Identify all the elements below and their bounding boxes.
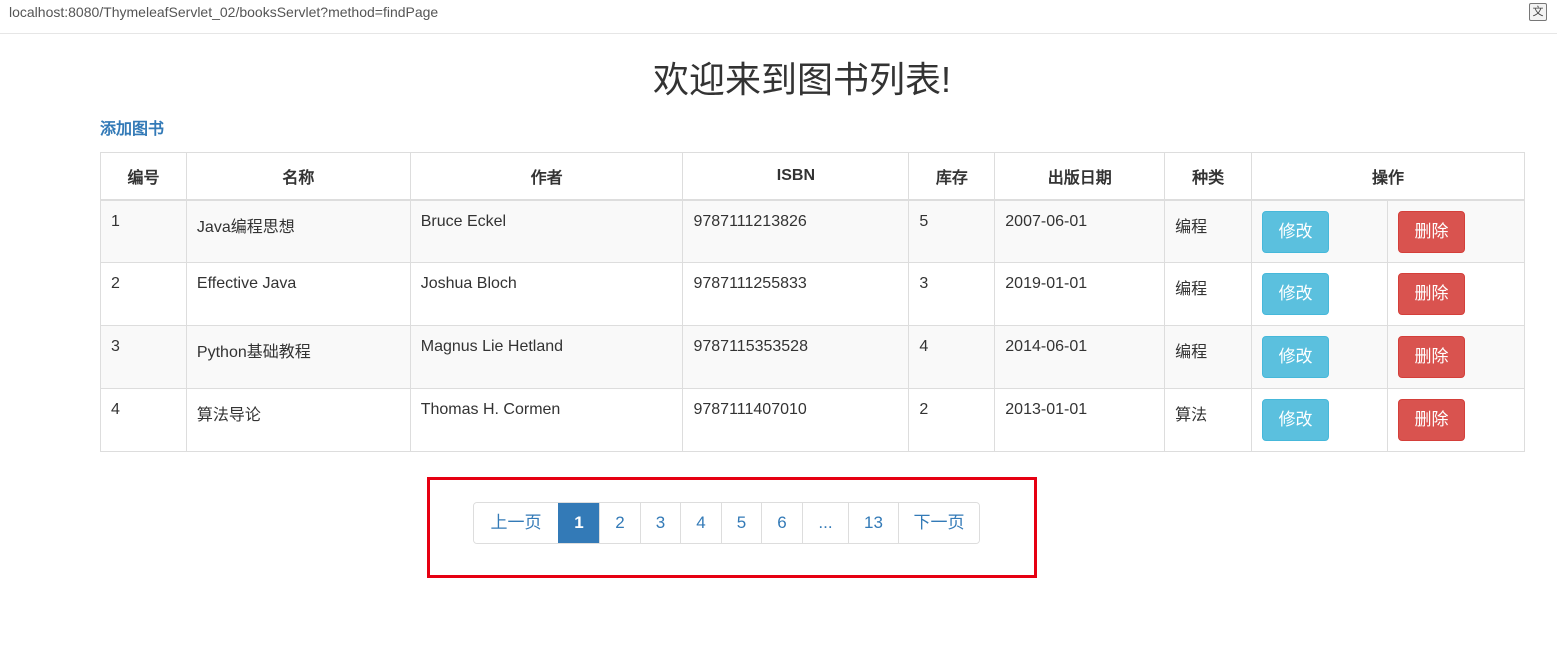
page-ellipsis: ... — [802, 503, 848, 543]
edit-button[interactable]: 修改 — [1262, 210, 1330, 253]
header-author: 作者 — [409, 152, 684, 201]
table-row: 4 算法导论 Thomas H. Cormen 9787111407010 2 … — [100, 388, 1525, 452]
cell-name: Python基础教程 — [185, 325, 411, 389]
cell-author: Joshua Bloch — [409, 262, 684, 326]
prev-page-button[interactable]: 上一页 — [474, 503, 558, 543]
cell-date: 2013-01-01 — [994, 388, 1166, 452]
header-category: 种类 — [1164, 152, 1253, 201]
cell-stock: 4 — [908, 325, 996, 389]
table-row: 3 Python基础教程 Magnus Lie Hetland 97871153… — [100, 325, 1525, 389]
page-button-1[interactable]: 1 — [558, 503, 599, 543]
url-text[interactable]: localhost:8080/ThymeleafServlet_02/books… — [9, 4, 438, 20]
cell-id: 1 — [100, 199, 187, 263]
cell-stock: 3 — [908, 262, 996, 326]
cell-category: 算法 — [1164, 388, 1253, 452]
edit-button[interactable]: 修改 — [1262, 273, 1330, 315]
cell-edit: 修改 — [1251, 325, 1388, 389]
page-button-4[interactable]: 4 — [680, 503, 721, 543]
cell-id: 3 — [100, 325, 187, 389]
translate-icon[interactable]: 文 — [1529, 3, 1547, 21]
edit-button[interactable]: 修改 — [1262, 399, 1330, 441]
pagination: 上一页 1 2 3 4 5 6 ... 13 下一页 — [473, 502, 980, 544]
cell-stock: 2 — [908, 388, 996, 452]
delete-button[interactable]: 删除 — [1398, 336, 1465, 378]
cell-author: Thomas H. Cormen — [409, 388, 684, 452]
table-row: 2 Effective Java Joshua Bloch 9787111255… — [100, 262, 1525, 326]
cell-date: 2007-06-01 — [994, 199, 1166, 263]
page-title: 欢迎来到图书列表! — [652, 59, 951, 100]
cell-author: Bruce Eckel — [409, 199, 684, 263]
cell-name: Effective Java — [185, 262, 411, 326]
cell-isbn: 9787111255833 — [682, 262, 910, 326]
cell-id: 4 — [100, 388, 187, 452]
browser-address-bar[interactable]: localhost:8080/ThymeleafServlet_02/books… — [0, 0, 1557, 34]
cell-isbn: 9787111213826 — [682, 199, 910, 263]
cell-delete: 删除 — [1387, 325, 1525, 389]
cell-name: 算法导论 — [185, 388, 411, 452]
header-stock: 库存 — [908, 152, 996, 201]
cell-edit: 修改 — [1251, 262, 1388, 326]
page-button-13[interactable]: 13 — [848, 503, 898, 543]
header-date: 出版日期 — [994, 152, 1166, 201]
delete-button[interactable]: 删除 — [1398, 399, 1465, 441]
cell-isbn: 9787115353528 — [682, 325, 910, 389]
page-button-5[interactable]: 5 — [721, 503, 761, 543]
cell-name: Java编程思想 — [185, 199, 411, 263]
page-button-2[interactable]: 2 — [599, 503, 640, 543]
cell-delete: 删除 — [1387, 388, 1525, 452]
edit-button[interactable]: 修改 — [1262, 336, 1330, 378]
books-table: 编号 名称 作者 ISBN 库存 出版日期 种类 操作 1 Java编程思想 B… — [100, 152, 1525, 452]
page-button-6[interactable]: 6 — [761, 503, 802, 543]
cell-delete: 删除 — [1387, 199, 1525, 263]
cell-edit: 修改 — [1251, 388, 1388, 452]
cell-category: 编程 — [1164, 199, 1253, 263]
table-row: 1 Java编程思想 Bruce Eckel 9787111213826 5 2… — [100, 199, 1525, 263]
cell-delete: 删除 — [1387, 262, 1525, 326]
header-actions: 操作 — [1251, 152, 1525, 201]
next-page-button[interactable]: 下一页 — [898, 503, 979, 543]
cell-category: 编程 — [1164, 262, 1253, 326]
cell-date: 2014-06-01 — [994, 325, 1166, 389]
add-book-link[interactable]: 添加图书 — [100, 115, 164, 139]
cell-stock: 5 — [908, 199, 996, 263]
header-name: 名称 — [185, 152, 411, 201]
cell-date: 2019-01-01 — [994, 262, 1166, 326]
header-id: 编号 — [100, 152, 187, 201]
cell-author: Magnus Lie Hetland — [409, 325, 684, 389]
cell-isbn: 9787111407010 — [682, 388, 910, 452]
table-header-row: 编号 名称 作者 ISBN 库存 出版日期 种类 操作 — [100, 152, 1525, 201]
page-button-3[interactable]: 3 — [640, 503, 680, 543]
cell-edit: 修改 — [1251, 199, 1388, 263]
delete-button[interactable]: 删除 — [1398, 273, 1465, 315]
delete-button[interactable]: 删除 — [1398, 210, 1465, 253]
header-isbn: ISBN — [682, 152, 910, 201]
cell-category: 编程 — [1164, 325, 1253, 389]
cell-id: 2 — [100, 262, 187, 326]
